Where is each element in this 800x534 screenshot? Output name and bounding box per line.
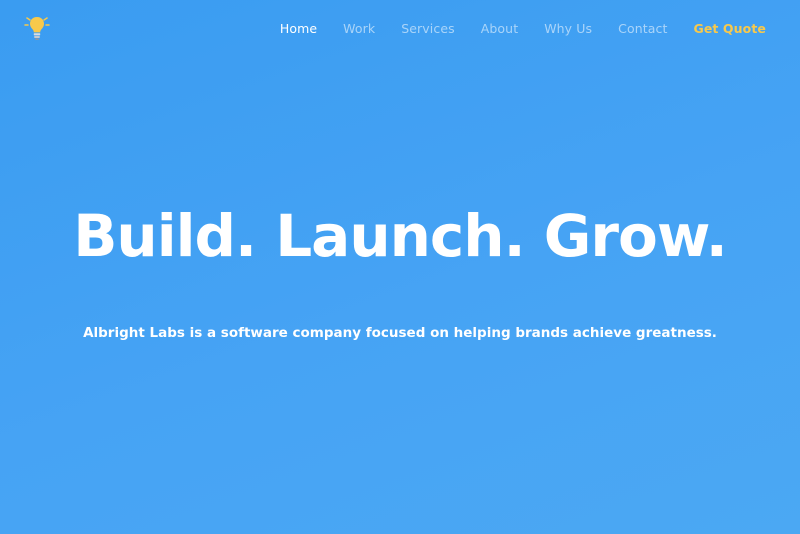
nav-item-about[interactable]: About [481,21,518,36]
hero-subtitle: Albright Labs is a software company focu… [83,325,717,341]
nav-item-services[interactable]: Services [401,21,455,36]
nav-item-work[interactable]: Work [343,21,375,36]
get-quote-button[interactable]: Get Quote [693,21,766,36]
nav-item-contact[interactable]: Contact [618,21,667,36]
hero-headline: Build. Launch. Grow. [73,202,728,270]
lightbulb-icon [24,17,50,40]
nav-item-home[interactable]: Home [280,21,317,36]
hero-section: Home Work Services About Why Us Contact … [0,0,800,534]
nav-item-why-us[interactable]: Why Us [544,21,592,36]
logo[interactable] [24,14,50,42]
main-nav: Home Work Services About Why Us Contact … [254,18,766,38]
